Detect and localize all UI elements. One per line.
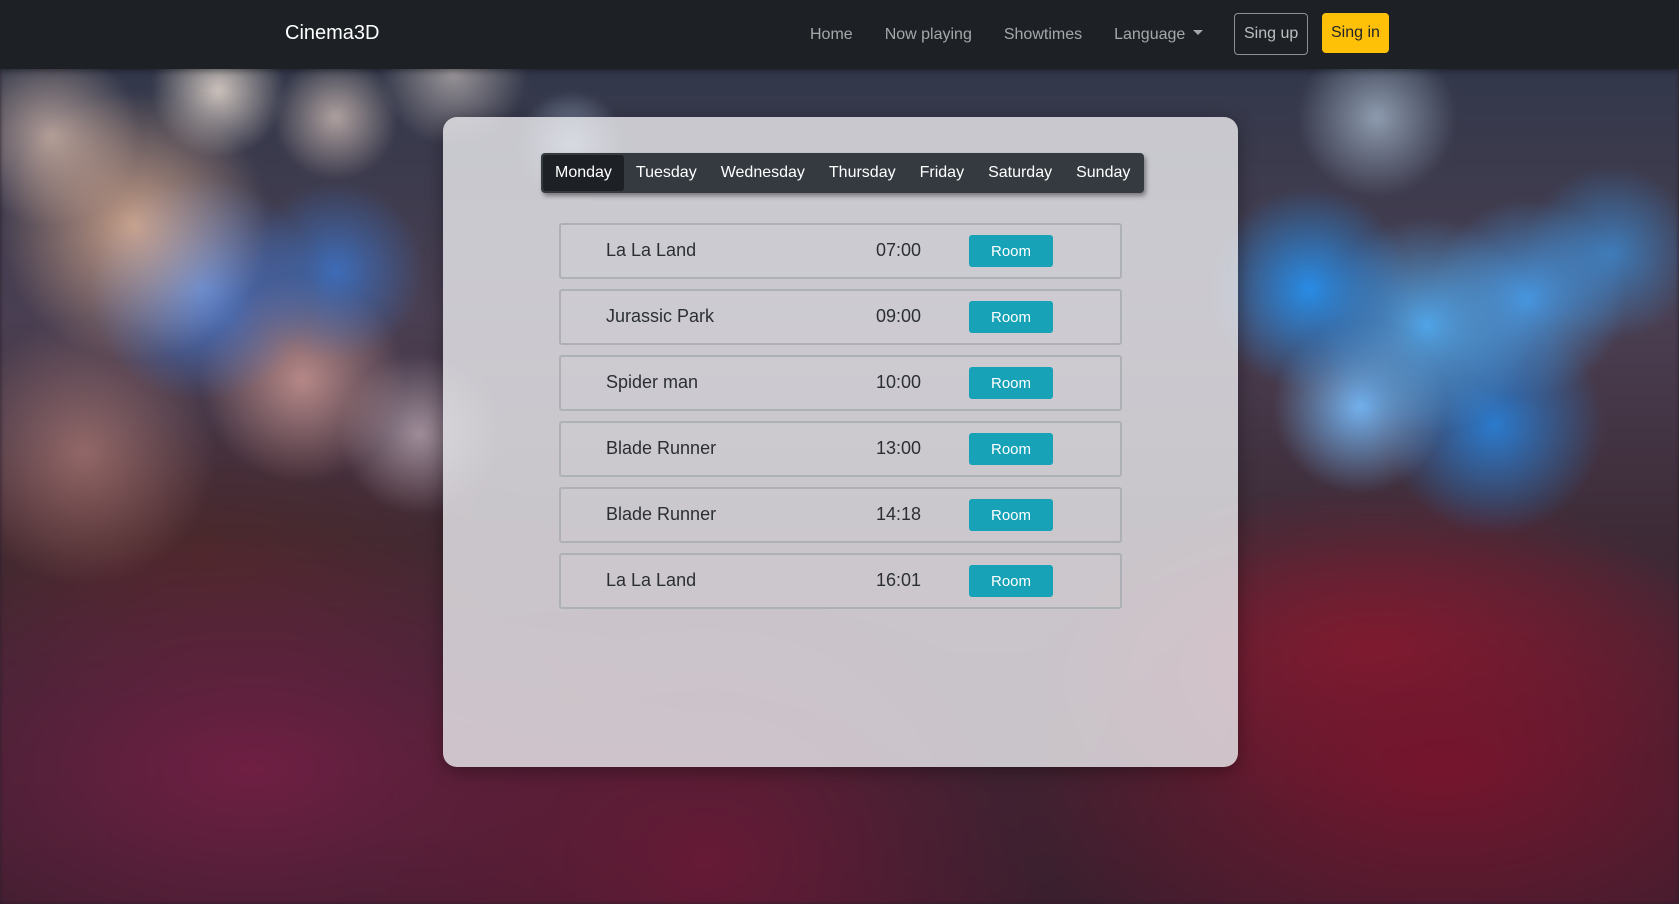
tab-sunday[interactable]: Sunday bbox=[1064, 155, 1142, 191]
showtime-time: 14:18 bbox=[876, 504, 922, 524]
room-button[interactable]: Room bbox=[969, 433, 1053, 465]
day-tabs: Monday Tuesday Wednesday Thursday Friday… bbox=[541, 153, 1145, 193]
brand-logo[interactable]: Cinema3D bbox=[285, 22, 379, 45]
showtime-time: 09:00 bbox=[876, 306, 922, 326]
nav-link-showtimes[interactable]: Showtimes bbox=[1004, 26, 1082, 44]
showtime-time: 16:01 bbox=[876, 570, 922, 590]
room-button[interactable]: Room bbox=[969, 499, 1053, 531]
movie-title: La La Land bbox=[606, 570, 697, 590]
tab-wednesday[interactable]: Wednesday bbox=[709, 155, 817, 191]
showtimes-panel: Monday Tuesday Wednesday Thursday Friday… bbox=[443, 117, 1238, 767]
room-button[interactable]: Room bbox=[969, 565, 1053, 597]
showtime-time: 10:00 bbox=[876, 372, 922, 392]
tab-tuesday[interactable]: Tuesday bbox=[624, 155, 709, 191]
language-dropdown[interactable]: Language bbox=[1114, 25, 1204, 44]
showtime-row: La La Land 16:01 Room bbox=[559, 553, 1122, 609]
movie-title: Blade Runner bbox=[606, 438, 717, 458]
signup-button[interactable]: Sing up bbox=[1234, 13, 1309, 55]
tab-saturday[interactable]: Saturday bbox=[976, 155, 1064, 191]
showtime-time: 13:00 bbox=[876, 438, 922, 458]
movie-title: Jurassic Park bbox=[606, 306, 715, 326]
showtime-list: La La Land 07:00 Room Jurassic Park 09:0… bbox=[559, 223, 1122, 619]
showtime-row: Spider man 10:00 Room bbox=[559, 355, 1122, 411]
signin-button[interactable]: Sing in bbox=[1322, 13, 1389, 53]
movie-title: La La Land bbox=[606, 240, 697, 260]
tab-thursday[interactable]: Thursday bbox=[817, 155, 908, 191]
nav-link-now-playing[interactable]: Now playing bbox=[885, 26, 972, 44]
showtime-row: Jurassic Park 09:00 Room bbox=[559, 289, 1122, 345]
room-button[interactable]: Room bbox=[969, 301, 1053, 333]
nav-links: Home Now playing Showtimes Language bbox=[810, 0, 1235, 69]
nav-link-home[interactable]: Home bbox=[810, 26, 853, 44]
tab-monday[interactable]: Monday bbox=[543, 155, 624, 191]
navbar: Cinema3D Home Now playing Showtimes Lang… bbox=[0, 0, 1679, 69]
tab-friday[interactable]: Friday bbox=[908, 155, 976, 191]
movie-title: Blade Runner bbox=[606, 504, 717, 524]
showtime-row: La La Land 07:00 Room bbox=[559, 223, 1122, 279]
showtime-time: 07:00 bbox=[876, 240, 922, 260]
movie-title: Spider man bbox=[606, 372, 699, 392]
showtime-row: Blade Runner 14:18 Room bbox=[559, 487, 1122, 543]
language-label: Language bbox=[1114, 25, 1186, 43]
room-button[interactable]: Room bbox=[969, 235, 1053, 267]
caret-down-icon bbox=[1193, 29, 1204, 35]
room-button[interactable]: Room bbox=[969, 367, 1053, 399]
showtime-row: Blade Runner 13:00 Room bbox=[559, 421, 1122, 477]
